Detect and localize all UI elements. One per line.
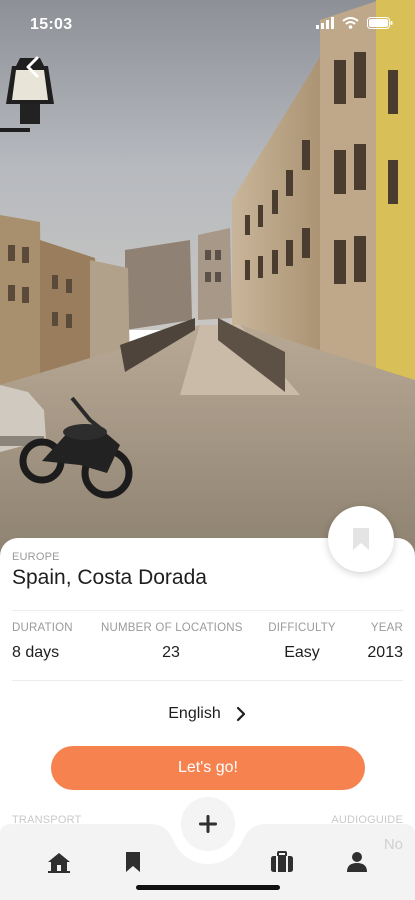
stat-value: 2013 — [367, 644, 403, 661]
status-icons — [316, 17, 393, 29]
tab-profile[interactable] — [342, 848, 372, 876]
stat-value: 8 days — [12, 644, 60, 661]
audioguide-value: No — [383, 836, 403, 853]
language-value: English — [168, 705, 221, 722]
back-chevron-icon — [26, 56, 39, 78]
stat-label: DIFFICULTY — [268, 622, 336, 634]
tab-trips[interactable] — [267, 848, 297, 876]
tour-cover-photo — [0, 0, 415, 560]
home-icon — [48, 853, 70, 873]
street-photo-illustration — [0, 0, 415, 560]
suitcase-icon — [271, 851, 293, 872]
tour-title: Spain, Costa Dorada — [12, 566, 207, 589]
lets-go-button[interactable]: Let's go! — [51, 746, 365, 790]
tab-saved[interactable] — [118, 848, 148, 876]
add-icon — [199, 815, 217, 833]
stat-label: NUMBER OF LOCATIONS — [101, 622, 243, 634]
home-indicator — [136, 885, 280, 890]
back-button[interactable] — [18, 52, 48, 82]
wifi-icon — [342, 17, 359, 29]
status-time: 15:03 — [30, 16, 73, 33]
stat-duration: DURATION 8 days — [12, 622, 73, 662]
cellular-signal-icon — [316, 17, 334, 29]
bookmark-icon — [126, 852, 140, 872]
bookmark-button[interactable] — [328, 506, 394, 572]
stat-number-of-locations: NUMBER OF LOCATIONS 23 — [101, 622, 243, 662]
status-bar: 15:03 — [0, 0, 415, 50]
language-selector[interactable]: English — [0, 700, 415, 728]
stat-label: YEAR — [370, 622, 403, 634]
stat-value: Easy — [284, 644, 320, 661]
profile-icon — [347, 852, 367, 872]
stat-value: 23 — [162, 644, 180, 661]
divider — [12, 610, 403, 611]
divider — [12, 680, 403, 681]
stat-label: DURATION — [12, 622, 73, 634]
add-button[interactable] — [181, 797, 235, 851]
battery-icon — [367, 17, 393, 29]
stat-difficulty: DIFFICULTY Easy — [268, 622, 336, 662]
bookmark-icon — [353, 528, 369, 550]
tour-region: EUROPE — [12, 551, 60, 563]
chevron-right-icon — [236, 706, 245, 722]
tab-home[interactable] — [44, 848, 74, 876]
stat-year: YEAR 2013 — [367, 622, 403, 662]
